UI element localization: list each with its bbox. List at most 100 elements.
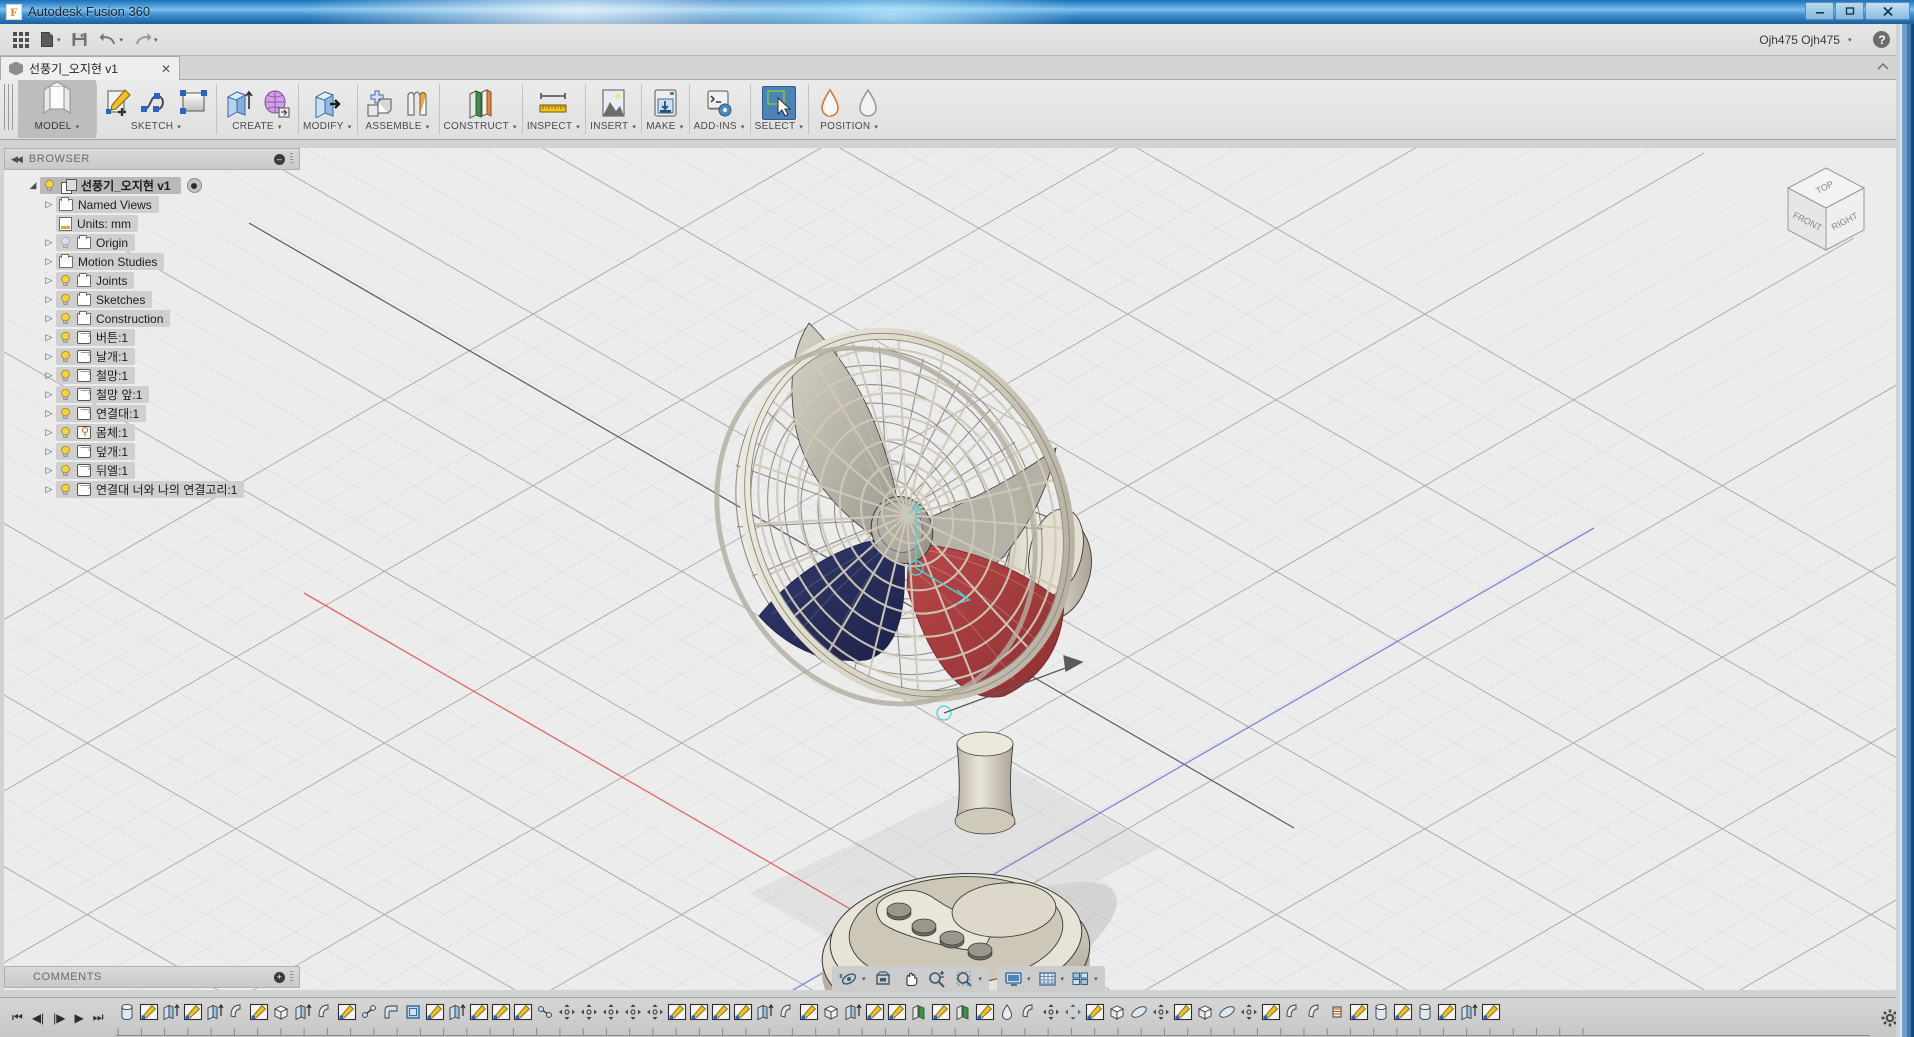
tree-row-units[interactable]: Units: mm (8, 214, 300, 233)
timeline-feature-item[interactable] (666, 1001, 688, 1023)
tree-row-component[interactable]: ▷ 철망:1 (8, 366, 300, 385)
timeline-feature-mv-icon[interactable] (623, 1002, 643, 1022)
timeline-feature-item[interactable] (204, 1001, 226, 1023)
timeline-feature-item[interactable] (556, 1001, 578, 1023)
timeline-feature-item[interactable] (446, 1001, 468, 1023)
timeline-feature-item[interactable] (1414, 1001, 1436, 1023)
timeline-feature-item[interactable] (1480, 1001, 1502, 1023)
timeline-feature-sk-icon[interactable] (139, 1002, 159, 1022)
maximize-button[interactable] (1835, 2, 1864, 20)
orbit-button[interactable]: ▾ (836, 968, 869, 990)
tree-row-origin[interactable]: ▷ Origin (8, 233, 300, 252)
timeline-feature-rev-icon[interactable] (1019, 1002, 1039, 1022)
view-cube[interactable]: TOP FRONT RIGHT (1778, 162, 1874, 258)
timeline-feature-item[interactable] (490, 1001, 512, 1023)
timeline-feature-item[interactable] (358, 1001, 380, 1023)
timeline-feature-item[interactable] (864, 1001, 886, 1023)
chevron-down-icon[interactable]: ▾ (862, 975, 866, 983)
timeline-feature-item[interactable] (996, 1001, 1018, 1023)
timeline-feature-item[interactable] (270, 1001, 292, 1023)
timeline-feature-sk-icon[interactable] (931, 1002, 951, 1022)
timeline-feature-item[interactable] (1282, 1001, 1304, 1023)
chevron-down-icon[interactable]: ▾ (979, 975, 983, 983)
timeline-feature-item[interactable] (292, 1001, 314, 1023)
timeline-feature-item[interactable] (1150, 1001, 1172, 1023)
chevron-down-icon[interactable]: ▾ (1094, 975, 1098, 983)
timeline-feature-pipe-icon[interactable] (1129, 1002, 1149, 1022)
timeline-feature-item[interactable] (1392, 1001, 1414, 1023)
timeline-feature-sk-icon[interactable] (1481, 1002, 1501, 1022)
timeline-feature-rev-icon[interactable] (1283, 1002, 1303, 1022)
timeline-feature-sk-icon[interactable] (865, 1002, 885, 1022)
timeline-feature-shell-icon[interactable] (403, 1002, 423, 1022)
timeline-step-back-button[interactable]: ◀| (32, 1011, 44, 1025)
insert-canvas-button[interactable] (596, 86, 630, 120)
minimize-button[interactable] (1805, 2, 1834, 20)
timeline-feature-sk-icon[interactable] (337, 1002, 357, 1022)
timeline-feature-pln-icon[interactable] (909, 1002, 929, 1022)
timeline-feature-item[interactable] (710, 1001, 732, 1023)
comments-panel-header[interactable]: COMMENTS + (4, 966, 300, 988)
tree-row-named-views[interactable]: ▷ Named Views (8, 195, 300, 214)
expand-arrow-icon[interactable]: ◢ (26, 180, 40, 191)
timeline-feature-item[interactable] (1326, 1001, 1348, 1023)
timeline-feature-item[interactable] (578, 1001, 600, 1023)
tree-row-component[interactable]: ▷ 뒤엘:1 (8, 461, 300, 480)
revert-position-button[interactable] (851, 86, 885, 120)
toolbar-label-modify[interactable]: MODIFY ▾ (303, 121, 352, 132)
press-pull-button[interactable] (310, 86, 344, 120)
expand-arrow-icon[interactable]: ▷ (42, 275, 56, 286)
tree-row-component[interactable]: ▷ 철망 앞:1 (8, 385, 300, 404)
timeline-feature-mv-icon[interactable] (1041, 1002, 1061, 1022)
timeline-feature-pln-icon[interactable] (953, 1002, 973, 1022)
fit-button[interactable]: ▾ (951, 968, 986, 990)
timeline-feature-drp-icon[interactable] (997, 1002, 1017, 1022)
timeline-feature-item[interactable] (336, 1001, 358, 1023)
tree-row-component[interactable]: ▷ 버튼:1 (8, 328, 300, 347)
timeline-feature-sk-icon[interactable] (689, 1002, 709, 1022)
toolbar-label-insert[interactable]: INSERT ▾ (590, 121, 636, 132)
expand-arrow-icon[interactable]: ▷ (42, 484, 56, 495)
grid-snap-button[interactable]: ▾ (1035, 968, 1068, 990)
tree-row-component-pinned[interactable]: ▷ 몸체:1 (8, 423, 300, 442)
minimize-panel-icon[interactable]: – (274, 153, 285, 165)
timeline-feature-item[interactable] (1106, 1001, 1128, 1023)
timeline-feature-sk-icon[interactable] (1349, 1002, 1369, 1022)
close-button[interactable] (1865, 2, 1910, 20)
timeline-feature-item[interactable] (1084, 1001, 1106, 1023)
create-sketch-button[interactable] (101, 86, 135, 120)
display-settings-button[interactable]: ▾ (1001, 968, 1034, 990)
panel-grip[interactable] (290, 153, 293, 165)
expand-arrow-icon[interactable]: ▷ (42, 370, 56, 381)
timeline-feature-item[interactable] (226, 1001, 248, 1023)
timeline-feature-item[interactable] (248, 1001, 270, 1023)
timeline-feature-thr-icon[interactable] (1327, 1002, 1347, 1022)
timeline-feature-mv-icon[interactable] (579, 1002, 599, 1022)
expand-arrow-icon[interactable]: ▷ (42, 256, 56, 267)
timeline-feature-sk-icon[interactable] (887, 1002, 907, 1022)
timeline-feature-joint-icon[interactable] (359, 1002, 379, 1022)
timeline-feature-item[interactable] (952, 1001, 974, 1023)
timeline-feature-sk-icon[interactable] (799, 1002, 819, 1022)
timeline-feature-sk-icon[interactable] (711, 1002, 731, 1022)
timeline-feature-box-icon[interactable] (821, 1002, 841, 1022)
timeline-feature-rev-icon[interactable] (315, 1002, 335, 1022)
timeline-feature-item[interactable] (468, 1001, 490, 1023)
timeline-feature-fil-icon[interactable] (381, 1002, 401, 1022)
document-tab[interactable]: 선풍기_오지현 v1 ✕ (0, 56, 180, 80)
timeline-feature-sk-icon[interactable] (667, 1002, 687, 1022)
tree-row-component[interactable]: ▷ 날개:1 (8, 347, 300, 366)
expand-arrow-icon[interactable]: ▷ (42, 465, 56, 476)
timeline-feature-sk-icon[interactable] (1393, 1002, 1413, 1022)
help-icon[interactable]: ? (1873, 31, 1891, 48)
timeline-feature-item[interactable] (1304, 1001, 1326, 1023)
timeline-feature-sk-icon[interactable] (469, 1002, 489, 1022)
toolbar-label-sketch[interactable]: SKETCH ▾ (131, 121, 181, 132)
timeline-feature-item[interactable] (1018, 1001, 1040, 1023)
workspace-model-button[interactable] (34, 78, 80, 120)
timeline-feature-sk-icon[interactable] (513, 1002, 533, 1022)
timeline-feature-mv-icon[interactable] (601, 1002, 621, 1022)
timeline-feature-sk-icon[interactable] (733, 1002, 753, 1022)
timeline-feature-sk-icon[interactable] (425, 1002, 445, 1022)
timeline-feature-cyl-icon[interactable] (1415, 1002, 1435, 1022)
